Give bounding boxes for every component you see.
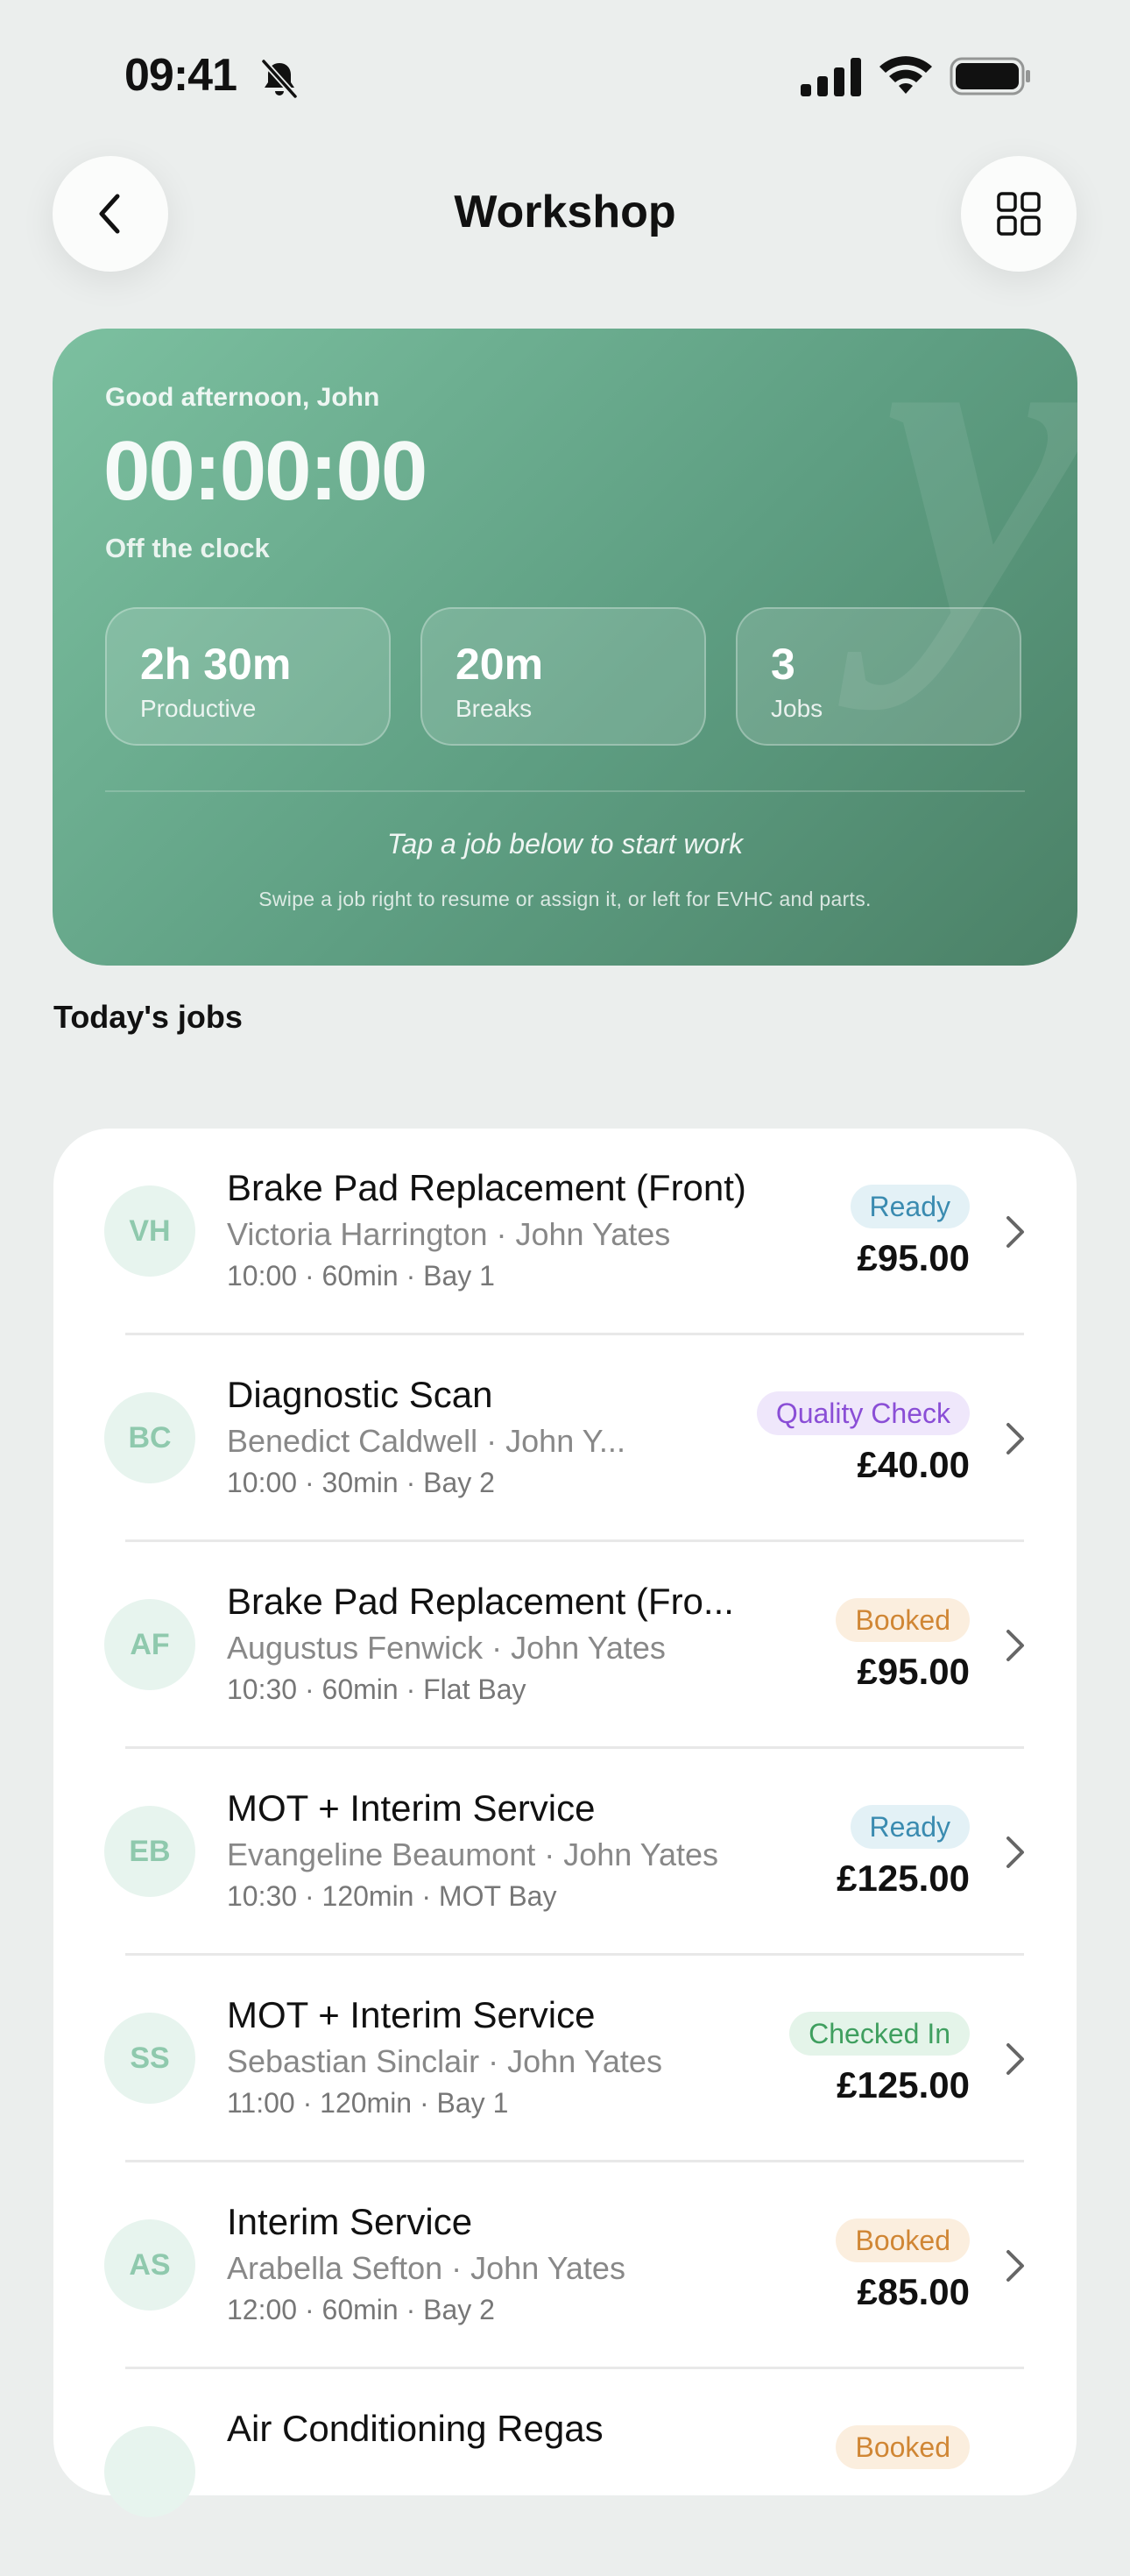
job-title: Air Conditioning Regas: [227, 2408, 604, 2449]
job-customer: Augustus Fenwick · John Yates: [227, 1630, 666, 1666]
clock-status: Off the clock: [105, 533, 270, 563]
status-badge: Booked: [836, 2425, 970, 2469]
greeting-text: Good afternoon, John: [105, 383, 380, 412]
status-badge: Ready: [850, 1805, 970, 1849]
avatar: EB: [104, 1806, 195, 1897]
job-title: MOT + Interim Service: [227, 1787, 596, 1829]
avatar: [104, 2426, 195, 2517]
job-row[interactable]: Air Conditioning Regas Booked: [53, 2369, 1077, 2576]
status-badge: Checked In: [789, 2012, 970, 2056]
job-row[interactable]: VH Brake Pad Replacement (Front) Victori…: [53, 1129, 1077, 1335]
jobs-list: VH Brake Pad Replacement (Front) Victori…: [53, 1129, 1077, 2517]
bell-slash-icon: [261, 59, 298, 99]
swipe-hint-text: Swipe a job right to resume or assign it…: [258, 888, 872, 910]
job-meta: 10:30 · 60min · Flat Bay: [227, 1674, 526, 1705]
chevron-right-icon: [1006, 1836, 1024, 1868]
job-meta: 10:00 · 60min · Bay 1: [227, 1260, 495, 1292]
avatar: VH: [104, 1185, 195, 1277]
chevron-right-icon: [1006, 2043, 1024, 2075]
job-meta: 10:30 · 120min · MOT Bay: [227, 1880, 557, 1912]
job-meta: 11:00 · 120min · Bay 1: [227, 2087, 509, 2119]
job-row[interactable]: AS Interim Service Arabella Sefton · Joh…: [53, 2162, 1077, 2369]
job-row[interactable]: SS MOT + Interim Service Sebastian Sincl…: [53, 1956, 1077, 2162]
job-title: MOT + Interim Service: [227, 1994, 596, 2035]
status-badge: Ready: [850, 1185, 970, 1228]
job-row[interactable]: EB MOT + Interim Service Evangeline Beau…: [53, 1749, 1077, 1956]
hint-text: Tap a job below to start work: [386, 828, 744, 860]
job-customer: Benedict Caldwell · John Y...: [227, 1423, 625, 1459]
grid-view-button[interactable]: [961, 156, 1077, 272]
chevron-right-icon: [1006, 1423, 1024, 1454]
avatar: SS: [104, 2013, 195, 2104]
stat-productive: 2h 30m Productive: [105, 607, 391, 746]
clock-timer: 00:00:00: [103, 424, 427, 518]
job-customer: Arabella Sefton · John Yates: [227, 2250, 625, 2286]
job-row[interactable]: AF Brake Pad Replacement (Fro... Augustu…: [53, 1542, 1077, 1749]
wifi-icon: [879, 56, 932, 94]
job-customer: Victoria Harrington · John Yates: [227, 1216, 671, 1252]
battery-icon: [950, 57, 1030, 96]
stat-value: 2h 30m: [140, 640, 292, 689]
stat-jobs: 3 Jobs: [736, 607, 1021, 746]
stat-value: 20m: [456, 640, 544, 689]
job-price: £125.00: [837, 2064, 970, 2105]
stat-label: Jobs: [771, 695, 823, 722]
status-bar: 09:41: [0, 0, 1130, 149]
time-clock-card[interactable]: y Good afternoon, John 00:00:00 Off the …: [53, 329, 1077, 966]
chevron-right-icon: [1006, 1216, 1024, 1248]
signal-icon: [801, 58, 861, 96]
status-badge: Booked: [836, 1598, 970, 1642]
grid-icon: [997, 192, 1041, 236]
job-row[interactable]: BC Diagnostic Scan Benedict Caldwell · J…: [53, 1335, 1077, 1542]
section-title: Today's jobs: [53, 999, 243, 1035]
stat-label: Productive: [140, 695, 257, 722]
job-title: Brake Pad Replacement (Fro...: [227, 1581, 734, 1622]
job-title: Brake Pad Replacement (Front): [227, 1167, 746, 1208]
status-badge: Quality Check: [756, 1391, 970, 1435]
stat-breaks: 20m Breaks: [420, 607, 706, 746]
chevron-right-icon: [1006, 2250, 1024, 2282]
avatar: BC: [104, 1392, 195, 1483]
avatar: AF: [104, 1599, 195, 1690]
stat-label: Breaks: [456, 695, 533, 722]
chevron-right-icon: [1006, 1630, 1024, 1661]
avatar: AS: [104, 2219, 195, 2311]
job-meta: 12:00 · 60min · Bay 2: [227, 2294, 495, 2325]
job-price: £125.00: [837, 1858, 970, 1899]
job-meta: 10:00 · 30min · Bay 2: [227, 1467, 495, 1498]
job-price: £40.00: [857, 1444, 970, 1485]
job-price: £95.00: [857, 1651, 970, 1692]
job-customer: Evangeline Beaumont · John Yates: [227, 1836, 719, 1872]
divider: [105, 790, 1025, 792]
stat-value: 3: [771, 640, 795, 689]
job-title: Interim Service: [227, 2201, 473, 2242]
status-badge: Booked: [836, 2219, 970, 2262]
job-title: Diagnostic Scan: [227, 1374, 493, 1415]
status-time: 09:41: [124, 50, 237, 101]
job-price: £85.00: [857, 2271, 970, 2312]
job-customer: Sebastian Sinclair · John Yates: [227, 2043, 662, 2079]
job-price: £95.00: [857, 1237, 970, 1278]
